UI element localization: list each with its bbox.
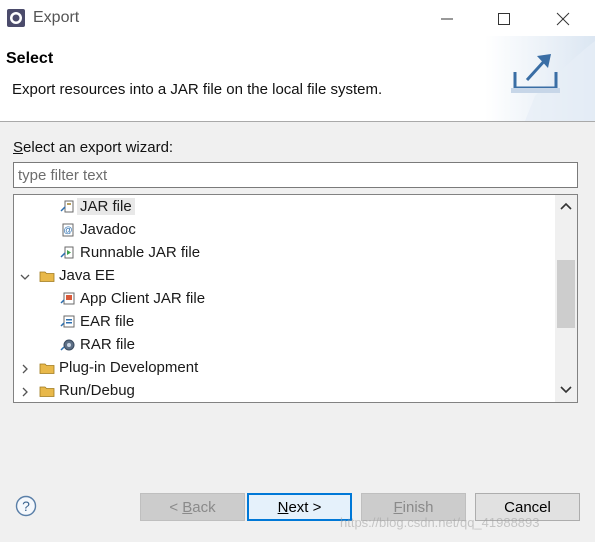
chevron-down-icon bbox=[560, 386, 572, 394]
next-button[interactable]: Next > bbox=[247, 493, 352, 521]
window-title: Export bbox=[33, 9, 80, 26]
export-wizard-label: Select an export wizard: bbox=[13, 139, 174, 156]
close-button[interactable] bbox=[552, 8, 574, 30]
jar-file-icon bbox=[60, 199, 76, 215]
tree-item[interactable]: JAR file bbox=[14, 196, 554, 219]
wizard-body: Select an export wizard: Run/Debug Plug-i… bbox=[0, 122, 595, 542]
tree-item-label: RAR file bbox=[80, 336, 136, 353]
export-wizard-tree[interactable]: Run/Debug Plug-in Development RAR file EAR … bbox=[13, 194, 578, 403]
ear-file-icon bbox=[60, 314, 76, 330]
javadoc-icon: @ bbox=[60, 222, 76, 238]
filter-input[interactable] bbox=[13, 162, 578, 188]
scroll-down-button[interactable] bbox=[560, 385, 572, 395]
chevron-up-icon bbox=[560, 202, 572, 210]
svg-text:@: @ bbox=[63, 225, 72, 235]
svg-text:?: ? bbox=[22, 498, 30, 514]
help-icon[interactable]: ? bbox=[15, 495, 37, 517]
tree-item[interactable]: Run/Debug bbox=[14, 380, 554, 402]
scroll-thumb[interactable] bbox=[557, 260, 575, 328]
tree-item[interactable]: @ Javadoc bbox=[14, 219, 554, 242]
tree-item-label: Javadoc bbox=[80, 221, 136, 238]
tree-item[interactable]: Plug-in Development bbox=[14, 357, 554, 380]
maximize-button[interactable] bbox=[493, 8, 515, 30]
eclipse-app-icon bbox=[7, 9, 25, 27]
back-button[interactable]: < Back bbox=[140, 493, 245, 521]
tree-item[interactable]: RAR file bbox=[14, 334, 554, 357]
wizard-header: Select Export resources into a JAR file … bbox=[0, 36, 595, 122]
tree-item-label: Plug-in Development bbox=[59, 359, 199, 376]
scroll-up-button[interactable] bbox=[560, 201, 572, 211]
chevron-right-icon[interactable] bbox=[20, 387, 30, 397]
title-bar: Export bbox=[0, 0, 595, 36]
watermark: https://blog.csdn.net/qq_41988893 bbox=[340, 515, 540, 530]
tree-item-label: Java EE bbox=[59, 267, 115, 284]
chevron-down-icon[interactable] bbox=[20, 272, 30, 282]
tree-item[interactable]: Runnable JAR file bbox=[14, 242, 554, 265]
close-icon bbox=[556, 12, 570, 26]
tree-item[interactable]: Java EE bbox=[14, 265, 554, 288]
minimize-icon bbox=[441, 18, 453, 20]
tree-scrollbar[interactable] bbox=[555, 195, 577, 402]
chevron-right-icon[interactable] bbox=[20, 364, 30, 374]
tree-item-label: JAR file bbox=[77, 198, 135, 215]
runnable-jar-icon bbox=[60, 245, 76, 261]
app-client-jar-icon bbox=[60, 291, 76, 307]
folder-icon bbox=[39, 360, 55, 376]
page-title: Select bbox=[6, 50, 54, 67]
rar-file-icon bbox=[60, 337, 76, 353]
tree-item-label: App Client JAR file bbox=[80, 290, 206, 307]
page-description: Export resources into a JAR file on the … bbox=[12, 81, 383, 98]
tree-item-label: Run/Debug bbox=[59, 382, 135, 399]
folder-icon bbox=[39, 383, 55, 399]
tree-item[interactable]: EAR file bbox=[14, 311, 554, 334]
export-banner-icon bbox=[485, 36, 595, 121]
tree-item-label: Runnable JAR file bbox=[80, 244, 201, 261]
tree-item-label: EAR file bbox=[80, 313, 135, 330]
tree-item[interactable]: App Client JAR file bbox=[14, 288, 554, 311]
minimize-button[interactable] bbox=[436, 8, 458, 30]
maximize-icon bbox=[498, 13, 510, 25]
folder-icon bbox=[39, 268, 55, 284]
